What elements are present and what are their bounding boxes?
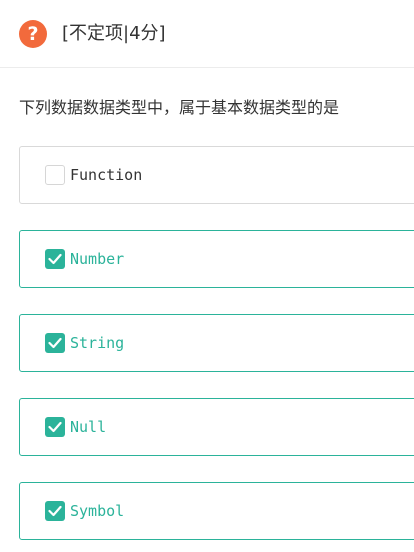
option-string[interactable]: String: [19, 314, 414, 372]
option-label: Number: [70, 250, 125, 268]
checkbox[interactable]: [45, 249, 65, 269]
checkbox[interactable]: [45, 333, 65, 353]
checkmark-icon: [48, 337, 62, 349]
question-type-label: [不定项|4分]: [62, 23, 166, 44]
option-number[interactable]: Number: [19, 230, 414, 288]
option-label: Function: [70, 166, 143, 184]
option-symbol[interactable]: Symbol: [19, 482, 414, 540]
question-text: 下列数据数据类型中，属于基本数据类型的是: [19, 98, 340, 117]
checkmark-icon: [48, 253, 62, 265]
question-header: ? [不定项|4分]: [0, 0, 414, 68]
checkmark-icon: [48, 421, 62, 433]
option-function[interactable]: Function: [19, 146, 414, 204]
option-label: Null: [70, 418, 107, 436]
checkbox[interactable]: [45, 417, 65, 437]
checkbox[interactable]: [45, 501, 65, 521]
option-label: Symbol: [70, 502, 125, 520]
question-mark-icon: ?: [19, 20, 47, 48]
option-null[interactable]: Null: [19, 398, 414, 456]
checkbox[interactable]: [45, 165, 65, 185]
checkmark-icon: [48, 505, 62, 517]
option-label: String: [70, 334, 125, 352]
